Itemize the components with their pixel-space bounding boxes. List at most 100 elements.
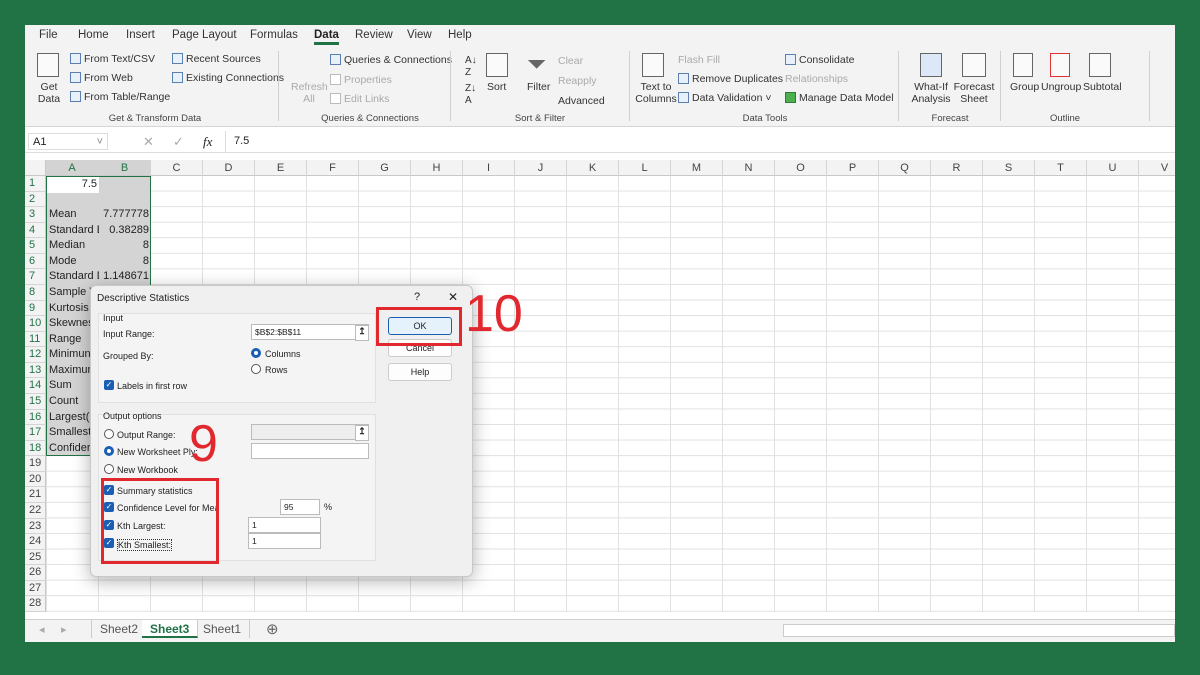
rows-radio[interactable] [251, 364, 261, 374]
scroll-tabs-right-icon[interactable]: ▸ [61, 623, 67, 636]
row-header-8[interactable]: 8 [25, 285, 46, 301]
row-header-11[interactable]: 11 [25, 332, 46, 348]
column-header-E[interactable]: E [255, 160, 307, 176]
row-header-15[interactable]: 15 [25, 394, 46, 410]
collapse-range-button[interactable]: ↥ [355, 325, 369, 341]
row-header-4[interactable]: 4 [25, 223, 46, 239]
column-header-B[interactable]: B [99, 160, 151, 176]
sort-descending-button[interactable]: Z↓A [465, 83, 476, 107]
cell-B7[interactable]: 1.148671 [99, 269, 151, 285]
relationships-button[interactable]: Relationships [785, 73, 848, 85]
sort-ascending-button[interactable]: A↓Z [465, 55, 477, 79]
column-header-U[interactable]: U [1087, 160, 1139, 176]
output-range-radio[interactable] [104, 429, 114, 439]
row-header-16[interactable]: 16 [25, 410, 46, 426]
ungroup-button[interactable]: Ungroup [1041, 81, 1081, 93]
row-header-28[interactable]: 28 [25, 596, 46, 612]
existing-connections-button[interactable]: Existing Connections [172, 72, 284, 84]
kth-largest-field[interactable]: 1 [248, 517, 321, 533]
select-all-corner[interactable] [25, 160, 46, 176]
confidence-field[interactable]: 95 [280, 499, 320, 515]
insert-function-button[interactable]: fx [203, 134, 212, 150]
row-header-21[interactable]: 21 [25, 487, 46, 503]
row-header-12[interactable]: 12 [25, 347, 46, 363]
row-header-3[interactable]: 3 [25, 207, 46, 223]
name-box[interactable]: A1˅ [28, 133, 108, 150]
reapply-button[interactable]: Reapply [558, 75, 597, 87]
clear-button[interactable]: Clear [558, 55, 583, 67]
column-header-D[interactable]: D [203, 160, 255, 176]
menu-page-layout[interactable]: Page Layout [172, 29, 237, 41]
cell-A1[interactable]: 7.5 [47, 177, 99, 193]
row-header-20[interactable]: 20 [25, 472, 46, 488]
column-header-J[interactable]: J [515, 160, 567, 176]
row-header-2[interactable]: 2 [25, 192, 46, 208]
what-if-analysis-button[interactable]: What-If Analysis [909, 81, 953, 105]
labels-checkbox[interactable]: ✓ [104, 380, 114, 390]
text-to-columns-button[interactable]: Text to Columns [634, 81, 678, 105]
enter-icon[interactable]: ✓ [173, 134, 184, 150]
row-header-25[interactable]: 25 [25, 550, 46, 566]
edit-links-button[interactable]: Edit Links [330, 93, 390, 105]
filter-button[interactable]: Filter [527, 81, 550, 93]
subtotal-button[interactable]: Subtotal [1083, 81, 1122, 93]
sheet-tab-sheet3[interactable]: Sheet3 [142, 620, 198, 638]
column-header-Q[interactable]: Q [879, 160, 931, 176]
row-header-26[interactable]: 26 [25, 565, 46, 581]
row-header-17[interactable]: 17 [25, 425, 46, 441]
sheet-tab-sheet1[interactable]: Sheet1 [195, 620, 250, 638]
properties-button[interactable]: Properties [330, 74, 392, 86]
column-header-G[interactable]: G [359, 160, 411, 176]
queries-connections-button[interactable]: Queries & Connections [330, 54, 452, 66]
output-range-field[interactable] [251, 424, 369, 440]
menu-data[interactable]: Data [314, 29, 339, 41]
cell-A3[interactable]: Mean [47, 207, 99, 223]
cell-A4[interactable]: Standard E [47, 223, 99, 239]
flash-fill-button[interactable]: Flash Fill [678, 54, 720, 66]
help-icon[interactable]: ? [414, 291, 420, 303]
column-header-H[interactable]: H [411, 160, 463, 176]
cell-B3[interactable]: 7.777778 [99, 207, 151, 223]
new-ply-radio[interactable] [104, 446, 114, 456]
manage-data-model-button[interactable]: Manage Data Model [785, 92, 894, 104]
column-header-V[interactable]: V [1139, 160, 1175, 176]
new-ply-field[interactable] [251, 443, 369, 459]
sort-button[interactable]: Sort [487, 81, 506, 93]
refresh-all-button[interactable]: Refresh All [291, 81, 327, 105]
menu-file[interactable]: File [39, 29, 58, 41]
collapse-output-button[interactable]: ↥ [355, 425, 369, 441]
column-header-P[interactable]: P [827, 160, 879, 176]
columns-radio[interactable] [251, 348, 261, 358]
column-header-S[interactable]: S [983, 160, 1035, 176]
from-text-csv-button[interactable]: From Text/CSV [70, 53, 155, 65]
column-header-K[interactable]: K [567, 160, 619, 176]
cell-A5[interactable]: Median [47, 238, 99, 254]
cancel-icon[interactable]: ✕ [143, 134, 154, 150]
menu-help[interactable]: Help [448, 29, 472, 41]
row-header-19[interactable]: 19 [25, 456, 46, 472]
forecast-sheet-button[interactable]: Forecast Sheet [953, 81, 995, 105]
column-header-T[interactable]: T [1035, 160, 1087, 176]
row-header-6[interactable]: 6 [25, 254, 46, 270]
add-sheet-button[interactable]: ⊕ [266, 620, 279, 638]
menu-formulas[interactable]: Formulas [250, 29, 298, 41]
column-header-N[interactable]: N [723, 160, 775, 176]
row-header-18[interactable]: 18 [25, 441, 46, 457]
menu-insert[interactable]: Insert [126, 29, 155, 41]
from-web-button[interactable]: From Web [70, 72, 133, 84]
get-data-button[interactable]: Get Data [33, 81, 65, 105]
row-header-1[interactable]: 1 [25, 176, 46, 192]
scroll-tabs-left-icon[interactable]: ◂ [39, 623, 45, 636]
column-header-R[interactable]: R [931, 160, 983, 176]
kth-smallest-field[interactable]: 1 [248, 533, 321, 549]
row-header-9[interactable]: 9 [25, 301, 46, 317]
recent-sources-button[interactable]: Recent Sources [172, 53, 261, 65]
row-header-13[interactable]: 13 [25, 363, 46, 379]
new-workbook-radio[interactable] [104, 464, 114, 474]
row-header-24[interactable]: 24 [25, 534, 46, 550]
menu-view[interactable]: View [407, 29, 432, 41]
row-header-10[interactable]: 10 [25, 316, 46, 332]
cell-A7[interactable]: Standard D [47, 269, 99, 285]
cell-A6[interactable]: Mode [47, 254, 99, 270]
consolidate-button[interactable]: Consolidate [785, 54, 854, 66]
